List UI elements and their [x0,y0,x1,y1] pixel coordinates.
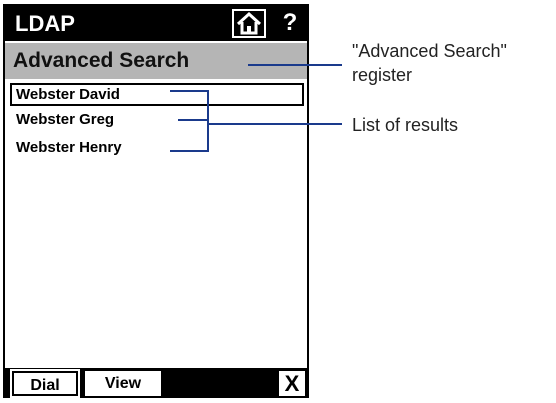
result-name: Webster Greg [16,111,115,128]
results-callout: List of results [352,115,459,135]
help-icon: ? [282,9,298,36]
result-name: Webster David [16,86,120,103]
result-item[interactable]: Webster David [10,83,304,106]
dial-label: Dial [30,377,60,394]
register-label: Advanced Search [13,49,190,72]
home-button[interactable] [232,9,266,38]
result-name: Webster Henry [16,139,122,156]
register-callout-line2: register [352,65,413,85]
advanced-search-register[interactable]: Advanced Search [5,43,307,79]
register-callout: "Advanced Search" register [352,39,507,87]
result-item[interactable]: Webster Greg [10,110,304,133]
result-item[interactable]: Webster Henry [10,138,304,161]
app-title: LDAP [15,11,75,36]
title-bar: LDAP ? [5,6,307,41]
help-button[interactable]: ? [275,9,305,38]
view-label: View [104,375,142,392]
softkey-bar: Dial View X [5,368,307,398]
register-callout-line1: "Advanced Search" [352,41,507,61]
home-icon [236,11,262,35]
close-icon: X [284,371,300,396]
phone-display: LDAP ? Advanced Search Webster David Web… [3,4,309,398]
close-button[interactable]: X [279,371,305,396]
view-button[interactable]: View [85,371,161,396]
dial-button[interactable]: Dial [10,369,80,398]
